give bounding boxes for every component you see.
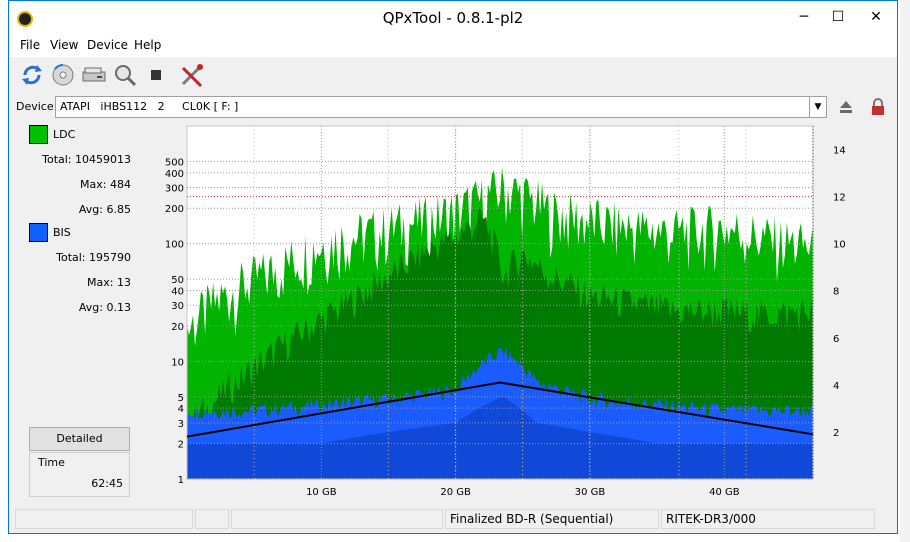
y-right-tick-label: 14	[833, 146, 846, 157]
x-tick-label: 10 GB	[306, 487, 337, 498]
ldc-legend-label: LDC	[53, 128, 76, 141]
stats-panel: LDC Total: 10459013 Max: 484 Avg: 6.85 B…	[9, 121, 139, 501]
x-tick-label: 40 GB	[709, 487, 740, 498]
y-left-tick-label: 10	[171, 357, 184, 368]
menu-bar: File View Device Help	[9, 35, 897, 57]
y-left-tick-label: 5	[178, 393, 184, 404]
ldc-avg: Avg: 6.85	[78, 203, 131, 216]
y-right-tick-label: 4	[833, 381, 839, 392]
y-left-tick-label: 30	[171, 301, 184, 312]
status-cell-2	[195, 509, 229, 529]
magnifier-icon[interactable]	[110, 60, 140, 90]
device-label: Device:	[16, 100, 58, 113]
time-box: Time 62:45	[29, 452, 130, 497]
minimize-button[interactable]: ─	[787, 1, 821, 35]
device-select-value: ATAPI iHBS112 2 CL0K [ F: ]	[60, 100, 239, 113]
x-tick-label: 30 GB	[575, 487, 606, 498]
bis-avg: Avg: 0.13	[78, 301, 131, 314]
y-left-tick-label: 300	[165, 184, 184, 195]
ldc-total: Total: 10459013	[42, 153, 131, 166]
refresh-icon[interactable]	[17, 60, 47, 90]
window-title: QPxTool - 0.8.1-pl2	[382, 9, 524, 27]
chevron-down-icon[interactable]: ▼	[809, 97, 826, 117]
y-left-tick-label: 3	[178, 419, 184, 430]
device-select[interactable]: ATAPI iHBS112 2 CL0K [ F: ] ▼	[55, 96, 827, 118]
y-right-tick-label: 10	[833, 240, 846, 251]
chart-area: 10 GB 20 GB 30 GB 40 GB 1 2 3 4 5 10 20 30 40 50 100 20…	[139, 121, 897, 503]
bis-total: Total: 195790	[56, 251, 131, 264]
menu-device[interactable]: Device	[87, 38, 128, 52]
y-left-tick-label: 4	[178, 404, 184, 415]
device-row: Device: ATAPI iHBS112 2 CL0K [ F: ] ▼	[9, 93, 897, 121]
maximize-button[interactable]: ☐	[821, 1, 855, 35]
ldc-max: Max: 484	[80, 178, 131, 191]
y-right-tick-label: 12	[833, 193, 846, 204]
y-left-tick-label: 500	[165, 157, 184, 168]
desktop-background-strip	[900, 0, 910, 542]
bis-max: Max: 13	[87, 276, 131, 289]
y-right-tick-label: 2	[833, 428, 839, 439]
y-left-tick-label: 50	[171, 275, 184, 286]
y-left-tick-label: 1	[178, 475, 184, 486]
lock-icon[interactable]	[865, 94, 891, 120]
y-left-tick-label: 40	[171, 286, 184, 297]
ldc-swatch	[29, 125, 48, 144]
y-left-tick-label: 400	[165, 169, 184, 180]
x-tick-label: 20 GB	[440, 487, 471, 498]
y-right-tick-label: 6	[833, 334, 839, 345]
status-cell-1	[15, 509, 193, 529]
status-cell-3	[231, 509, 443, 529]
bis-legend-label: BIS	[53, 226, 71, 239]
tools-icon[interactable]	[177, 60, 207, 90]
time-label: Time	[38, 456, 65, 469]
eject-icon[interactable]	[833, 94, 859, 120]
status-bar: Finalized BD-R (Sequential) RITEK-DR3/00…	[9, 507, 897, 533]
close-button[interactable]: ✕	[855, 1, 897, 35]
status-disc-type: Finalized BD-R (Sequential)	[445, 509, 659, 529]
menu-view[interactable]: View	[50, 38, 78, 52]
disc-scan-icon[interactable]	[48, 60, 78, 90]
detailed-button[interactable]: Detailed	[29, 427, 130, 451]
y-right-tick-label: 8	[833, 287, 839, 298]
toolbar	[9, 57, 897, 93]
y-left-tick-label: 2	[178, 440, 184, 451]
menu-file[interactable]: File	[20, 38, 40, 52]
ldc-bis-chart: 10 GB 20 GB 30 GB 40 GB12345102030405010020…	[139, 121, 846, 503]
qpxtool-window: QPxTool - 0.8.1-pl2 ─ ☐ ✕ File View Devi…	[8, 0, 898, 534]
drive-icon[interactable]	[79, 60, 109, 90]
bis-swatch	[29, 223, 48, 242]
status-media-id: RITEK-DR3/000	[661, 509, 875, 529]
y-left-tick-label: 100	[165, 240, 184, 251]
time-value: 62:45	[91, 477, 123, 490]
stop-icon[interactable]	[141, 60, 171, 90]
title-bar[interactable]: QPxTool - 0.8.1-pl2 ─ ☐ ✕	[9, 1, 897, 35]
menu-help[interactable]: Help	[134, 38, 161, 52]
y-left-tick-label: 20	[171, 322, 184, 333]
y-left-tick-label: 200	[165, 204, 184, 215]
